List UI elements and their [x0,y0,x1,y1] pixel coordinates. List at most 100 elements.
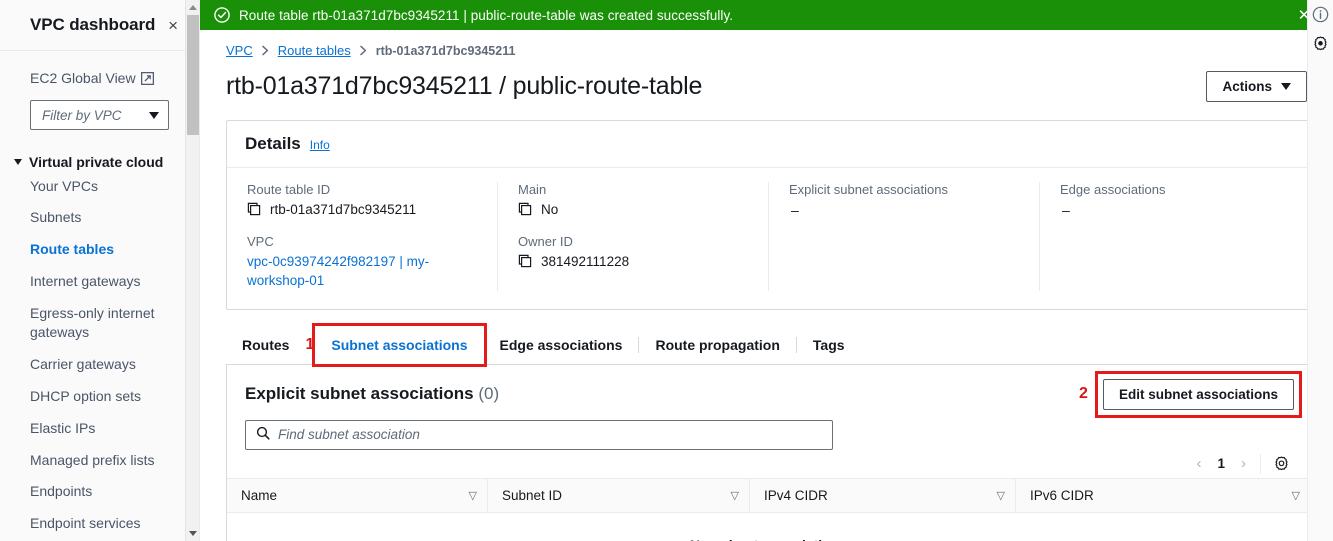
detail-value-row: 381492111228 [518,252,748,272]
filter-by-vpc-placeholder: Filter by VPC [42,107,122,123]
sidebar-item-subnets[interactable]: Subnets [0,202,199,234]
page-title: rtb-01a371d7bc9345211 / public-route-tab… [226,72,703,100]
sidebar-item-ec2-global-view[interactable]: EC2 Global View [0,70,199,86]
edit-subnet-associations-button[interactable]: Edit subnet associations [1102,378,1294,410]
empty-state-title: No subnet associations [227,537,1310,541]
table-header-row: Name ▽ Subnet ID ▽ IPv4 CIDR ▽ IPv6 CIDR ▽ [227,477,1310,513]
column-header-subnet-id[interactable]: Subnet ID ▽ [487,478,749,512]
sidebar-group-label: Virtual private cloud [29,154,164,170]
scroll-up-icon[interactable] [186,0,199,15]
table-empty-state: No subnet associations You do not have a… [227,513,1310,541]
success-notification-banner: Route table rtb-01a371d7bc9345211 | publ… [200,0,1333,30]
breadcrumb-item-vpc[interactable]: VPC [226,43,253,58]
external-link-icon [140,71,154,85]
details-grid: Route table ID rtb-01a371d7bc9345211 VPC… [227,168,1310,309]
pagination-prev-icon[interactable]: ‹ [1192,455,1205,472]
tab-route-propagation[interactable]: Route propagation [639,326,795,364]
sort-descending-icon[interactable]: ▽ [731,489,739,502]
sort-descending-icon[interactable]: ▽ [1292,489,1300,502]
details-heading: Details [245,134,301,153]
subnet-associations-panel: Explicit subnet associations (0) 2 Edit … [226,364,1311,541]
pagination-next-icon[interactable]: › [1237,455,1250,472]
sidebar-group-virtual-private-cloud[interactable]: Virtual private cloud [0,154,199,170]
breadcrumb-item-route-tables[interactable]: Route tables [278,43,351,58]
pagination: ‹ 1 › [227,450,1310,478]
detail-explicit-subnet-associations: Explicit subnet associations – [789,182,1019,220]
table-preferences-gear-icon[interactable] [1271,455,1292,472]
sidebar-item-dhcp-option-sets[interactable]: DHCP option sets [0,380,199,412]
sidebar-item-managed-prefix-lists[interactable]: Managed prefix lists [0,444,199,476]
sidebar-nav-list: Your VPCs Subnets Route tables Internet gat… [0,170,199,541]
info-circle-icon[interactable] [1312,6,1329,23]
sidebar-scrollbar[interactable] [185,0,199,541]
detail-owner-id: Owner ID 381492111228 [518,234,748,272]
detail-vpc: VPC vpc-0c93974242f982197 | my-workshop-… [247,234,477,291]
search-subnet-association-input[interactable]: Find subnet association [245,419,833,450]
detail-label: Route table ID [247,182,331,197]
detail-label: Main [518,182,547,197]
detail-label: Edge associations [1060,182,1166,197]
sidebar-item-endpoints[interactable]: Endpoints [0,476,199,508]
tab-subnet-associations[interactable]: Subnet associations [315,326,483,364]
column-header-ipv4-cidr[interactable]: IPv4 CIDR ▽ [749,478,1015,512]
chevron-right-icon [359,45,368,56]
sidebar-item-your-vpcs[interactable]: Your VPCs [0,170,199,202]
chevron-down-icon [149,111,159,119]
sidebar-item-route-tables[interactable]: Route tables [0,234,199,266]
chevron-down-icon [1281,83,1291,90]
sidebar-title: VPC dashboard [30,15,156,34]
panel-header: Explicit subnet associations (0) 2 Edit … [227,365,1310,420]
pagination-page-1[interactable]: 1 [1215,456,1227,471]
tab-edge-associations[interactable]: Edge associations [484,326,639,364]
tab-list: Routes 1 Subnet associations Edge associati… [226,326,1311,365]
detail-value: – [1062,202,1070,218]
filter-by-vpc-select[interactable]: Filter by VPC [30,100,169,130]
panel-title: Explicit subnet associations (0) [245,384,499,404]
detail-value-row: rtb-01a371d7bc9345211 [247,200,477,220]
sort-descending-icon[interactable]: ▽ [469,489,477,502]
divider [1260,453,1261,474]
details-column-3: Explicit subnet associations – [768,182,1039,291]
close-icon[interactable]: × [165,15,181,36]
tabs-section: Routes 1 Subnet associations Edge associati… [226,322,1311,367]
sidebar-item-elastic-ips[interactable]: Elastic IPs [0,412,199,444]
column-header-label: IPv6 CIDR [1030,487,1094,503]
copy-icon[interactable] [247,202,261,216]
tab-tags[interactable]: Tags [797,326,861,364]
details-info-link[interactable]: Info [310,138,330,152]
detail-value: 381492111228 [541,253,630,269]
copy-icon[interactable] [518,202,532,216]
scroll-down-icon[interactable] [186,526,199,541]
page-title-row: rtb-01a371d7bc9345211 / public-route-tab… [226,71,1311,102]
right-rail [1307,0,1333,541]
search-row: Find subnet association [227,419,1310,450]
detail-label: VPC [247,233,274,249]
actions-button[interactable]: Actions [1206,71,1307,102]
tab-routes[interactable]: Routes [226,326,305,364]
detail-label: Explicit subnet associations [789,182,948,197]
detail-value-link[interactable]: vpc-0c93974242f982197 | my-workshop-01 [247,252,477,291]
column-header-ipv6-cidr[interactable]: IPv6 CIDR ▽ [1015,478,1310,512]
detail-label: Owner ID [518,233,573,249]
sort-descending-icon[interactable]: ▽ [997,489,1005,502]
detail-value: – [791,202,799,218]
detail-value: No [541,202,559,217]
annotation-marker-1: 1 [305,335,315,353]
column-header-label: IPv4 CIDR [764,487,828,503]
sidebar-item-internet-gateways[interactable]: Internet gateways [0,266,199,298]
copy-icon[interactable] [518,254,532,268]
breadcrumb: VPC Route tables rtb-01a371d7bc9345211 [226,30,1311,58]
sidebar-item-egress-only-internet-gateways[interactable]: Egress-only internet gateways [0,298,199,349]
sidebar-item-carrier-gateways[interactable]: Carrier gateways [0,348,199,380]
gear-icon[interactable] [1312,35,1329,52]
panel-count: (0) [478,384,500,404]
vpc-console-page: VPC dashboard × EC2 Global View Filter b… [0,0,1333,541]
sidebar-item-endpoint-services[interactable]: Endpoint services [0,508,199,540]
chevron-right-icon [261,45,270,56]
main-content: Route table rtb-01a371d7bc9345211 | publ… [200,0,1333,541]
details-card: Details Info Route table ID rtb-01a371d7… [226,120,1311,310]
column-header-label: Subnet ID [502,487,563,503]
scrollbar-thumb[interactable] [187,15,199,135]
column-header-name[interactable]: Name ▽ [227,479,487,512]
search-placeholder: Find subnet association [278,427,420,443]
